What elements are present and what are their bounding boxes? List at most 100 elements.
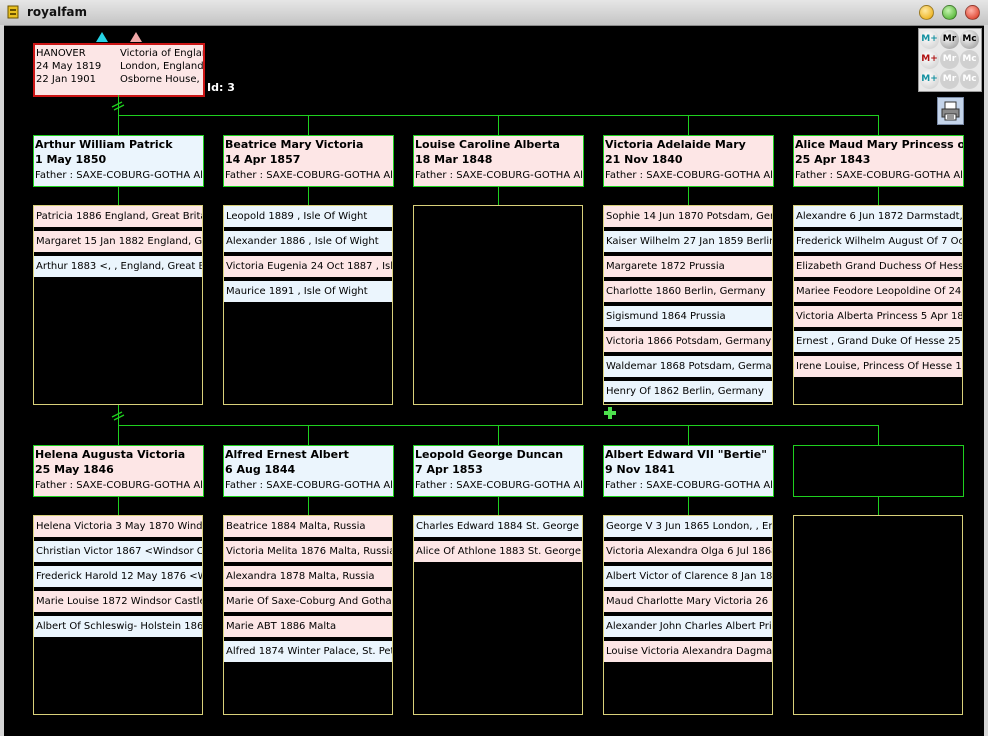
children-list bbox=[413, 205, 583, 405]
m-plus-button[interactable]: M+ bbox=[920, 30, 939, 49]
child-item[interactable]: Henry Of 1862 Berlin, Germany bbox=[604, 381, 772, 402]
child-item[interactable]: Albert Victor of Clarence 8 Jan 1864 bbox=[604, 566, 772, 587]
m-plus-button[interactable]: M+ bbox=[920, 70, 939, 89]
child-item[interactable]: Louise Victoria Alexandra Dagmar 20 bbox=[604, 641, 772, 662]
marker-button-panel: M+ Mr Mc M+ Mr Mc M+ Mr Mc bbox=[918, 28, 982, 92]
child-item[interactable]: Charles Edward 1884 St. George Castle bbox=[414, 516, 582, 537]
spouse-birth-date: 9 Nov 1841 bbox=[605, 463, 675, 476]
spouse-box[interactable]: Albert Edward VII "Bertie" 9 Nov 1841 Fath… bbox=[603, 445, 774, 497]
children-list bbox=[793, 515, 963, 715]
child-item[interactable]: Albert Of Schleswig- Holstein 1869 bbox=[34, 616, 202, 637]
child-item[interactable]: Arthur 1883 <, , England, Great Britain bbox=[34, 256, 202, 277]
child-item[interactable]: Marie Of Saxe-Coburg And Gotha 29 Oct bbox=[224, 591, 392, 612]
child-item[interactable]: Sophie 14 Jun 1870 Potsdam, Germany bbox=[604, 206, 772, 227]
child-item[interactable]: Beatrice 1884 Malta, Russia bbox=[224, 516, 392, 537]
principal-info-right: Victoria of England London, England Osbo… bbox=[120, 47, 203, 86]
child-item[interactable]: Marie ABT 1886 Malta bbox=[224, 616, 392, 637]
child-item[interactable]: Margaret 15 Jan 1882 England, Great Brit… bbox=[34, 231, 202, 252]
child-item[interactable]: Alexandre 6 Jun 1872 Darmstadt, Germany bbox=[794, 206, 962, 227]
spouse-father: Father : SAXE-COBURG-GOTHA Albert bbox=[35, 480, 203, 491]
child-item[interactable]: Victoria Melita 1876 Malta, Russia bbox=[224, 541, 392, 562]
spouse-father: Father : SAXE-COBURG-GOTHA Albert bbox=[605, 480, 773, 491]
connector-line bbox=[308, 496, 309, 515]
child-item[interactable]: Irene Louise, Princess Of Hesse 11 Jul bbox=[794, 356, 962, 377]
principal-info-left: HANOVER 24 May 1819 22 Jan 1901 bbox=[36, 47, 101, 86]
mother-nav-icon[interactable] bbox=[130, 32, 142, 42]
child-item[interactable]: Mariee Feodore Leopoldine Of 24 May bbox=[794, 281, 962, 302]
father-nav-icon[interactable] bbox=[96, 32, 108, 42]
principal-id: Id: 3 bbox=[207, 81, 235, 94]
expand-plus-icon[interactable] bbox=[603, 406, 617, 420]
child-item[interactable]: Charlotte 1860 Berlin, Germany bbox=[604, 281, 772, 302]
spouse-name: Alfred Ernest Albert bbox=[225, 448, 349, 461]
child-item[interactable]: Victoria Alberta Princess 5 Apr 1863 bbox=[794, 306, 962, 327]
spouse-box[interactable]: Beatrice Mary Victoria 14 Apr 1857 Father … bbox=[223, 135, 394, 187]
child-item[interactable]: Helena Victoria 3 May 1870 Windsor Castl… bbox=[34, 516, 202, 537]
spouse-box[interactable]: Victoria Adelaide Mary 21 Nov 1840 Father … bbox=[603, 135, 774, 187]
child-item[interactable]: Maurice 1891 , Isle Of Wight bbox=[224, 281, 392, 302]
child-item[interactable]: Alice Of Athlone 1883 St. George Castle bbox=[414, 541, 582, 562]
spouse-box[interactable] bbox=[793, 445, 964, 497]
spouse-box[interactable]: Arthur William Patrick 1 May 1850 Father :… bbox=[33, 135, 204, 187]
spouse-birth-date: 1 May 1850 bbox=[35, 153, 107, 166]
spouse-father: Father : SAXE-COBURG-GOTHA Albert bbox=[795, 170, 963, 181]
child-item[interactable]: Elizabeth Grand Duchess Of Hesse bbox=[794, 256, 962, 277]
connector-line bbox=[688, 115, 689, 135]
printer-icon bbox=[941, 101, 960, 121]
spouse-name: Helena Augusta Victoria bbox=[35, 448, 186, 461]
children-list: Charles Edward 1884 St. George Castle Ali… bbox=[413, 515, 583, 715]
children-list: Leopold 1889 , Isle Of Wight Alexander 18… bbox=[223, 205, 393, 405]
spouse-father: Father : SAXE-COBURG-GOTHA Albert bbox=[35, 170, 203, 181]
child-item[interactable]: Waldemar 1868 Potsdam, Germany bbox=[604, 356, 772, 377]
mr-button[interactable]: Mr bbox=[940, 30, 959, 49]
spouse-father: Father : SAXE-COBURG-GOTHA Albert bbox=[415, 170, 583, 181]
child-item[interactable]: Margarete 1872 Prussia bbox=[604, 256, 772, 277]
child-item[interactable]: Frederick Wilhelm August Of 7 Oct bbox=[794, 231, 962, 252]
spouse-box[interactable]: Leopold George Duncan 7 Apr 1853 Father : … bbox=[413, 445, 584, 497]
mc-button[interactable]: Mc bbox=[960, 50, 979, 69]
connector-line bbox=[498, 425, 499, 445]
child-item[interactable]: Leopold 1889 , Isle Of Wight bbox=[224, 206, 392, 227]
minimize-button[interactable] bbox=[919, 5, 934, 20]
child-item[interactable]: Alexander 1886 , Isle Of Wight bbox=[224, 231, 392, 252]
child-item[interactable]: Alexander John Charles Albert Prince bbox=[604, 616, 772, 637]
mr-button[interactable]: Mr bbox=[940, 50, 959, 69]
principal-house: HANOVER bbox=[36, 48, 86, 59]
children-list: Sophie 14 Jun 1870 Potsdam, Germany Kaise… bbox=[603, 205, 773, 405]
child-item[interactable]: Alexandra 1878 Malta, Russia bbox=[224, 566, 392, 587]
child-item[interactable]: Alfred 1874 Winter Palace, St. Petersbur… bbox=[224, 641, 392, 662]
spouse-box[interactable]: Alice Maud Mary Princess of 25 Apr 1843 Fa… bbox=[793, 135, 964, 187]
mc-button[interactable]: Mc bbox=[960, 30, 979, 49]
close-button[interactable] bbox=[965, 5, 980, 20]
spouse-box[interactable]: Louise Caroline Alberta 18 Mar 1848 Father… bbox=[413, 135, 584, 187]
child-item[interactable]: Frederick Harold 12 May 1876 <Windsor bbox=[34, 566, 202, 587]
print-button[interactable] bbox=[937, 97, 964, 125]
mc-button[interactable]: Mc bbox=[960, 70, 979, 89]
spouse-box[interactable]: Alfred Ernest Albert 6 Aug 1844 Father : S… bbox=[223, 445, 394, 497]
child-item[interactable]: Maud Charlotte Mary Victoria 26 Nov bbox=[604, 591, 772, 612]
maximize-button[interactable] bbox=[942, 5, 957, 20]
child-item[interactable]: Sigismund 1864 Prussia bbox=[604, 306, 772, 327]
connector-line bbox=[878, 425, 879, 445]
children-list: Alexandre 6 Jun 1872 Darmstadt, Germany F… bbox=[793, 205, 963, 405]
child-item[interactable]: Patricia 1886 England, Great Britain bbox=[34, 206, 202, 227]
title-bar[interactable]: royalfam bbox=[0, 0, 988, 26]
m-plus-button[interactable]: M+ bbox=[920, 50, 939, 69]
child-item[interactable]: Christian Victor 1867 <Windsor Castle bbox=[34, 541, 202, 562]
child-item[interactable]: Victoria Eugenia 24 Oct 1887 , Isle Of W… bbox=[224, 256, 392, 277]
spouse-name: Alice Maud Mary Princess of bbox=[795, 138, 964, 151]
break-mark-icon bbox=[111, 101, 125, 111]
child-item[interactable]: Victoria 1866 Potsdam, Germany bbox=[604, 331, 772, 352]
spouse-birth-date: 14 Apr 1857 bbox=[225, 153, 301, 166]
connector-line bbox=[688, 496, 689, 515]
child-item[interactable]: Marie Louise 1872 Windsor Castle bbox=[34, 591, 202, 612]
child-item[interactable]: Ernest , Grand Duke Of Hesse 25 Nov bbox=[794, 331, 962, 352]
child-item[interactable]: George V 3 Jun 1865 London, , England bbox=[604, 516, 772, 537]
connector-line bbox=[878, 496, 879, 515]
mr-button[interactable]: Mr bbox=[940, 70, 959, 89]
child-item[interactable]: Kaiser Wilhelm 27 Jan 1859 Berlin, Germa… bbox=[604, 231, 772, 252]
child-item[interactable]: Victoria Alexandra Olga 6 Jul 1868 bbox=[604, 541, 772, 562]
window-title: royalfam bbox=[27, 5, 88, 19]
spouse-box[interactable]: Helena Augusta Victoria 25 May 1846 Father… bbox=[33, 445, 204, 497]
principal-person-box[interactable]: HANOVER 24 May 1819 22 Jan 1901 Victoria… bbox=[33, 43, 205, 97]
